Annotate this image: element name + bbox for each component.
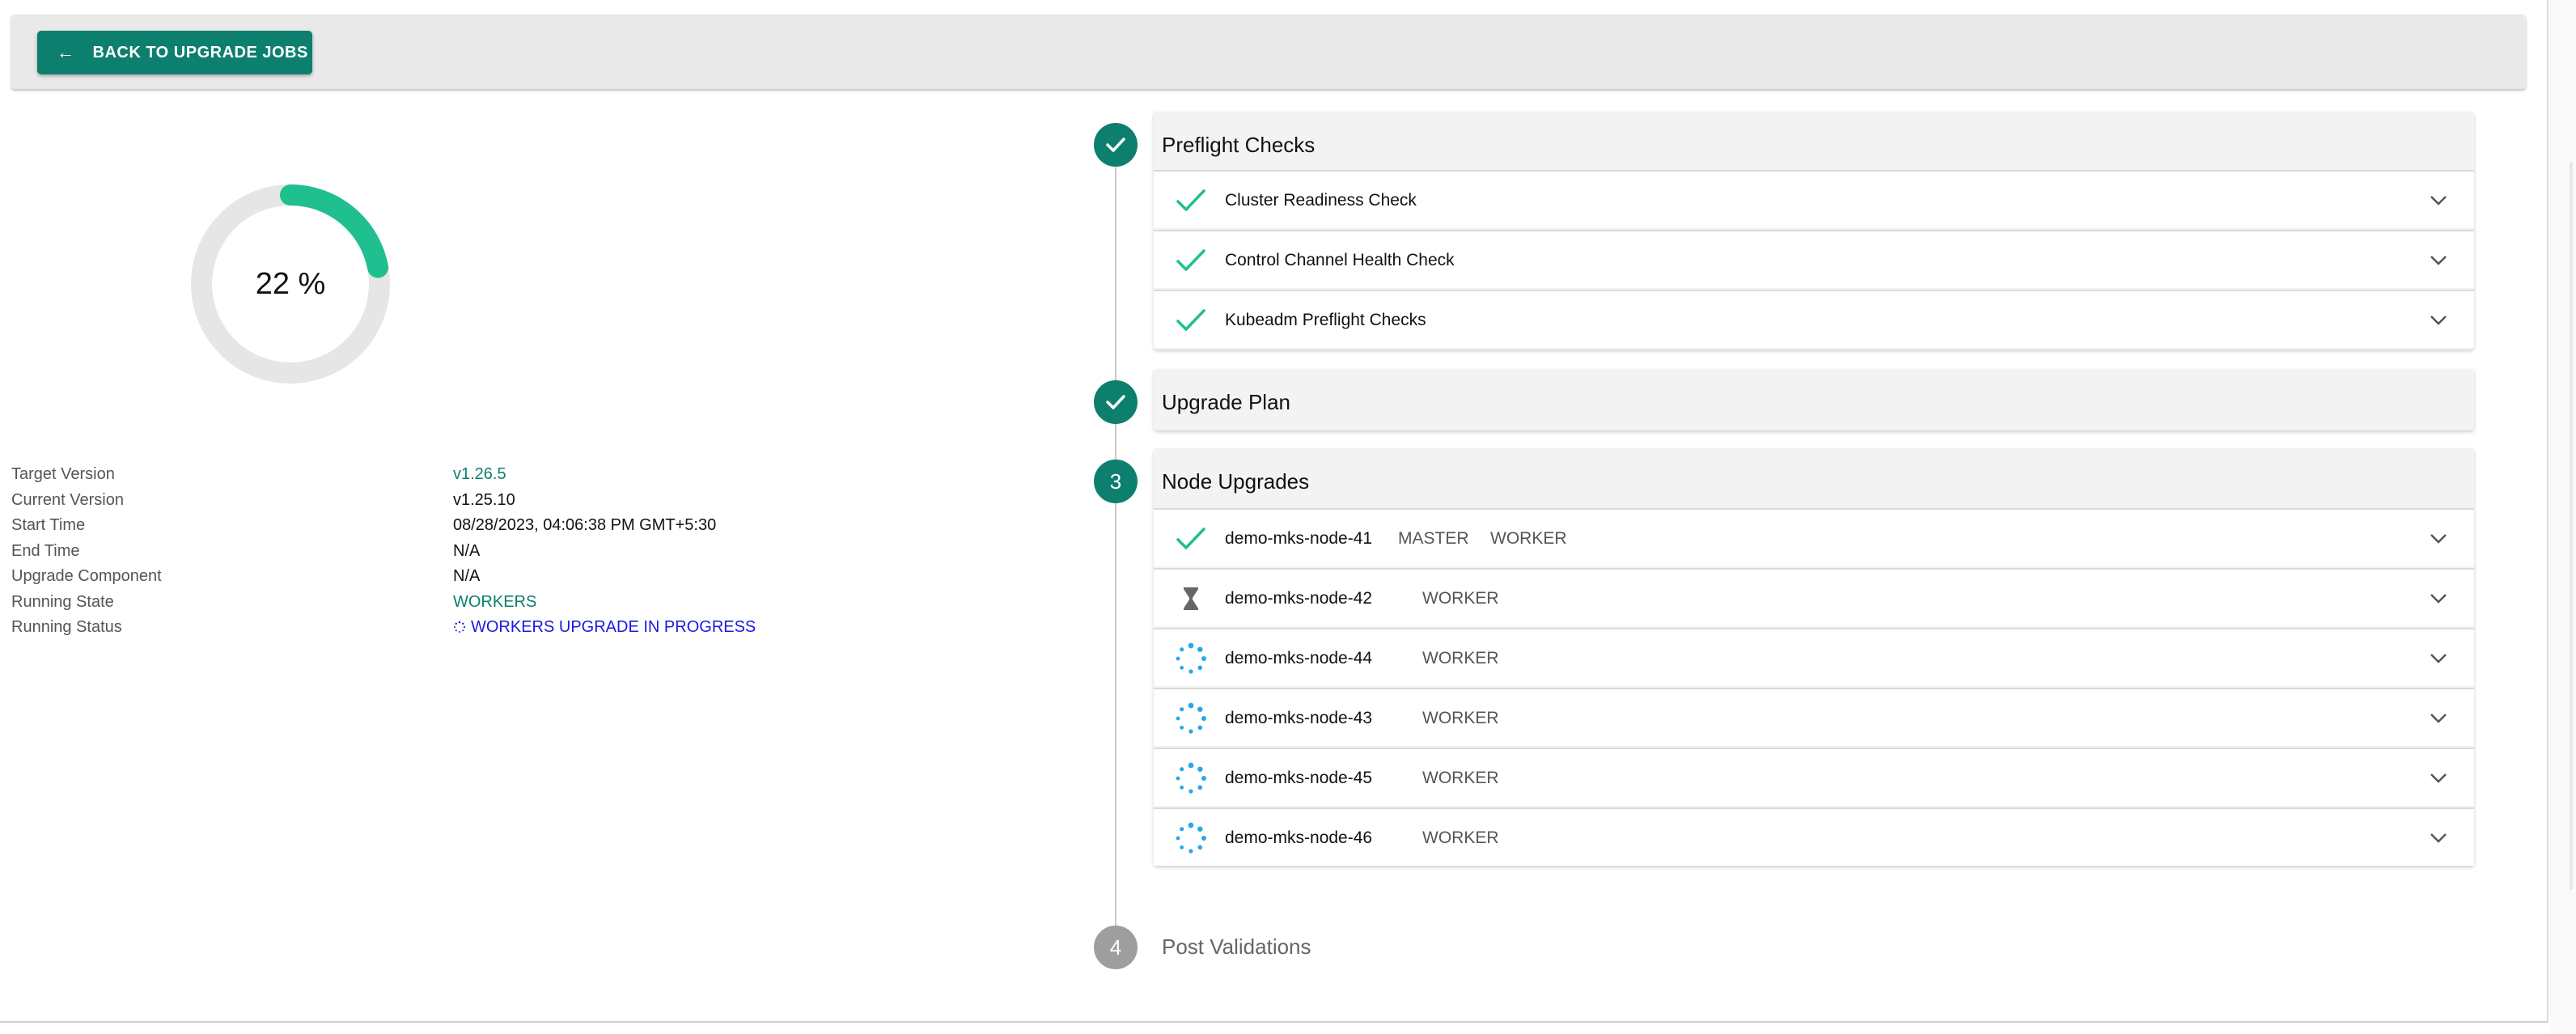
- node-row[interactable]: demo-mks-node-42 WORKER: [1154, 568, 2474, 626]
- step-number: 4: [1109, 934, 1122, 960]
- preflight-item-label: Kubeadm Preflight Checks: [1225, 311, 1426, 329]
- current-version-value: v1.25.10: [453, 491, 515, 509]
- info-key: Running State: [11, 593, 114, 611]
- node-name: demo-mks-node-44: [1225, 649, 1373, 667]
- info-row-running-state: Running State WORKERS: [11, 593, 901, 617]
- start-time-value: 08/28/2023, 04:06:38 PM GMT+5:30: [453, 516, 717, 534]
- end-time-value: N/A: [453, 542, 481, 560]
- chevron-down-icon[interactable]: [2424, 764, 2453, 793]
- running-state-value: WORKERS: [453, 593, 537, 611]
- node-row[interactable]: demo-mks-node-45 WORKER: [1154, 748, 2474, 806]
- node-name: demo-mks-node-42: [1225, 589, 1373, 608]
- info-row-end-time: End Time N/A: [11, 542, 901, 566]
- info-key: Upgrade Component: [11, 567, 162, 585]
- info-key: End Time: [11, 542, 80, 560]
- info-key: Start Time: [11, 516, 86, 534]
- info-key: Target Version: [11, 465, 115, 483]
- step-title-node-upgrades: Node Upgrades: [1162, 469, 1310, 494]
- node-name: demo-mks-node-45: [1225, 769, 1373, 787]
- chevron-down-icon[interactable]: [2424, 306, 2453, 335]
- chevron-down-icon[interactable]: [2424, 186, 2453, 215]
- step-title-preflight: Preflight Checks: [1162, 133, 1316, 157]
- step-complete-icon: [1094, 123, 1138, 167]
- step-number-badge: 3: [1094, 460, 1138, 503]
- node-name: demo-mks-node-46: [1225, 828, 1373, 847]
- info-row-running-status: Running Status WORKERS UPGRADE IN PROGRE…: [11, 618, 901, 642]
- upgrade-component-value: N/A: [453, 567, 481, 585]
- progress-percent-label: 22 %: [255, 266, 326, 301]
- check-icon: [1175, 184, 1207, 217]
- info-row-target-version: Target Version v1.26.5: [11, 465, 901, 489]
- node-role-tag: WORKER: [1422, 828, 1499, 847]
- node-role-tag: WORKER: [1422, 589, 1499, 608]
- preflight-item-label: Cluster Readiness Check: [1225, 191, 1417, 210]
- info-key: Current Version: [11, 491, 124, 509]
- hourglass-icon: [1175, 583, 1207, 615]
- chevron-down-icon[interactable]: [2424, 246, 2453, 275]
- step-number-badge: 4: [1094, 926, 1138, 969]
- node-role-tag: WORKER: [1490, 529, 1567, 548]
- back-to-upgrade-jobs-button[interactable]: ← BACK TO UPGRADE JOBS: [37, 31, 312, 74]
- spinner-icon: [1175, 642, 1207, 675]
- check-icon: [1175, 304, 1207, 337]
- node-role-tag: MASTER: [1398, 529, 1469, 548]
- back-button-label: BACK TO UPGRADE JOBS: [92, 43, 308, 61]
- step-complete-icon: [1094, 380, 1138, 424]
- node-row[interactable]: demo-mks-node-46 WORKER: [1154, 807, 2474, 866]
- info-row-current-version: Current Version v1.25.10: [11, 491, 901, 515]
- node-role-tag: WORKER: [1422, 649, 1499, 667]
- app-window: ← BACK TO UPGRADE JOBS 22 % Target Versi…: [0, 0, 2548, 1023]
- preflight-item-row[interactable]: Control Channel Health Check: [1154, 230, 2474, 288]
- arrow-left-icon: ←: [57, 42, 75, 62]
- chevron-down-icon[interactable]: [2424, 644, 2453, 673]
- check-icon: [1106, 138, 1125, 152]
- preflight-item-label: Control Channel Health Check: [1225, 251, 1455, 269]
- chevron-down-icon[interactable]: [2424, 584, 2453, 613]
- node-name: demo-mks-node-43: [1225, 709, 1373, 727]
- top-bar: ← BACK TO UPGRADE JOBS: [11, 15, 2526, 89]
- node-row[interactable]: demo-mks-node-44 WORKER: [1154, 628, 2474, 686]
- spinner-icon: [454, 621, 466, 633]
- step-number: 3: [1109, 468, 1122, 494]
- info-row-upgrade-component: Upgrade Component N/A: [11, 567, 901, 591]
- chevron-down-icon[interactable]: [2424, 704, 2453, 733]
- check-icon: [1106, 395, 1125, 409]
- node-role-tag: WORKER: [1422, 769, 1499, 787]
- preflight-item-row[interactable]: Kubeadm Preflight Checks: [1154, 290, 2474, 348]
- spinner-icon: [1175, 762, 1207, 795]
- scrollbar-thumb[interactable]: [2570, 162, 2573, 890]
- target-version-value: v1.26.5: [453, 465, 506, 483]
- info-key: Running Status: [11, 618, 122, 636]
- info-row-start-time: Start Time 08/28/2023, 04:06:38 PM GMT+5…: [11, 516, 901, 540]
- node-row[interactable]: demo-mks-node-43 WORKER: [1154, 688, 2474, 746]
- spinner-icon: [1175, 822, 1207, 854]
- upgrade-plan-panel[interactable]: Upgrade Plan: [1154, 369, 2474, 430]
- step-title-post-validations: Post Validations: [1162, 934, 1311, 959]
- node-upgrades-panel: Node Upgrades demo-mks-node-41 MASTER WO…: [1154, 448, 2474, 866]
- node-name: demo-mks-node-41: [1225, 529, 1373, 548]
- node-role-tag: WORKER: [1422, 709, 1499, 727]
- check-icon: [1175, 523, 1207, 555]
- spinner-icon: [1175, 702, 1207, 735]
- stepper-connector-line: [1115, 146, 1116, 947]
- chevron-down-icon[interactable]: [2424, 524, 2453, 553]
- chevron-down-icon[interactable]: [2424, 824, 2453, 853]
- preflight-item-row[interactable]: Cluster Readiness Check: [1154, 170, 2474, 228]
- running-status-value: WORKERS UPGRADE IN PROGRESS: [453, 618, 756, 637]
- preflight-checks-panel: Preflight Checks Cluster Readiness Check…: [1154, 112, 2474, 350]
- node-row[interactable]: demo-mks-node-41 MASTER WORKER: [1154, 508, 2474, 566]
- step-title-upgrade-plan: Upgrade Plan: [1162, 390, 1290, 414]
- check-icon: [1175, 244, 1207, 277]
- running-status-text: WORKERS UPGRADE IN PROGRESS: [471, 618, 756, 636]
